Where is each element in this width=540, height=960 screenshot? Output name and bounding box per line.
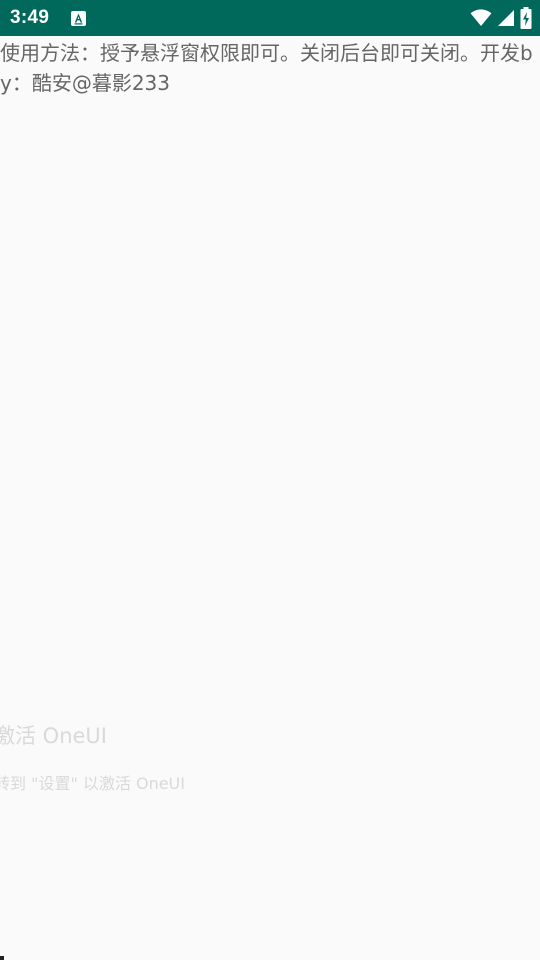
cellular-signal-icon xyxy=(497,9,515,27)
usage-instructions-text: 使用方法：授予悬浮窗权限即可。关闭后台即可关闭。开发by：酷安@暮影233 xyxy=(0,41,533,95)
system-icons xyxy=(470,7,532,29)
activate-oneui-title: 激活 OneUI xyxy=(0,724,107,748)
battery-charging-icon xyxy=(520,7,532,29)
app-notification-a-icon xyxy=(71,11,86,26)
corner-mark xyxy=(0,956,4,960)
wifi-icon xyxy=(470,9,492,27)
status-bar: 3:49 xyxy=(0,0,540,36)
activate-oneui-subtitle: 转到 "设置" 以激活 OneUI xyxy=(0,774,185,793)
status-time: 3:49 xyxy=(10,7,50,28)
